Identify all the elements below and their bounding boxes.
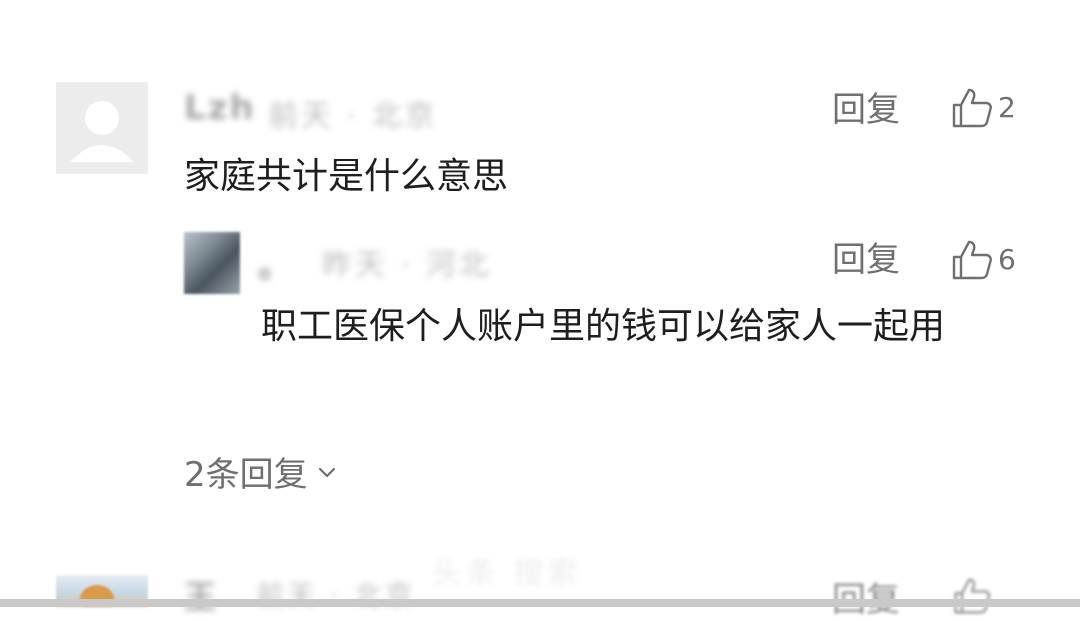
comment-avatar[interactable] [56, 82, 148, 174]
chevron-down-icon [318, 467, 335, 477]
like-button[interactable]: 2 [950, 86, 1016, 130]
reply-meta: 昨天 · 河北 [322, 248, 492, 283]
thumbs-up-icon[interactable] [952, 576, 992, 620]
default-user-avatar-icon [56, 82, 148, 174]
like-count: 2 [998, 91, 1016, 124]
like-count: 6 [998, 243, 1016, 276]
reply-button[interactable]: 回复 [832, 572, 900, 621]
reply-avatar[interactable] [184, 232, 240, 294]
thumbs-up-icon [950, 238, 994, 282]
comment-username[interactable]: Lzh [184, 88, 256, 128]
comment-username[interactable]: 王 [184, 572, 216, 618]
comment-meta: 前天 · 北京 [256, 579, 416, 612]
like-button[interactable]: 6 [950, 238, 1016, 282]
watermark: 头条 搜索 [432, 556, 582, 591]
thumbs-up-icon [950, 86, 994, 130]
reply-button[interactable]: 回复 [832, 90, 900, 130]
reply-username[interactable]: 。 [258, 238, 292, 287]
comment-text: 家庭共计是什么意思 [184, 156, 509, 197]
reply-text: 职工医保个人账户里的钱可以给家人一起用 [261, 306, 946, 347]
view-more-replies-button[interactable]: 2条回复 [184, 447, 338, 496]
more-replies-label: 2条回复 [184, 455, 308, 495]
comment-meta: 前天 · 北京 [268, 99, 438, 134]
bottom-divider [0, 599, 1080, 607]
reply-button[interactable]: 回复 [832, 240, 900, 280]
